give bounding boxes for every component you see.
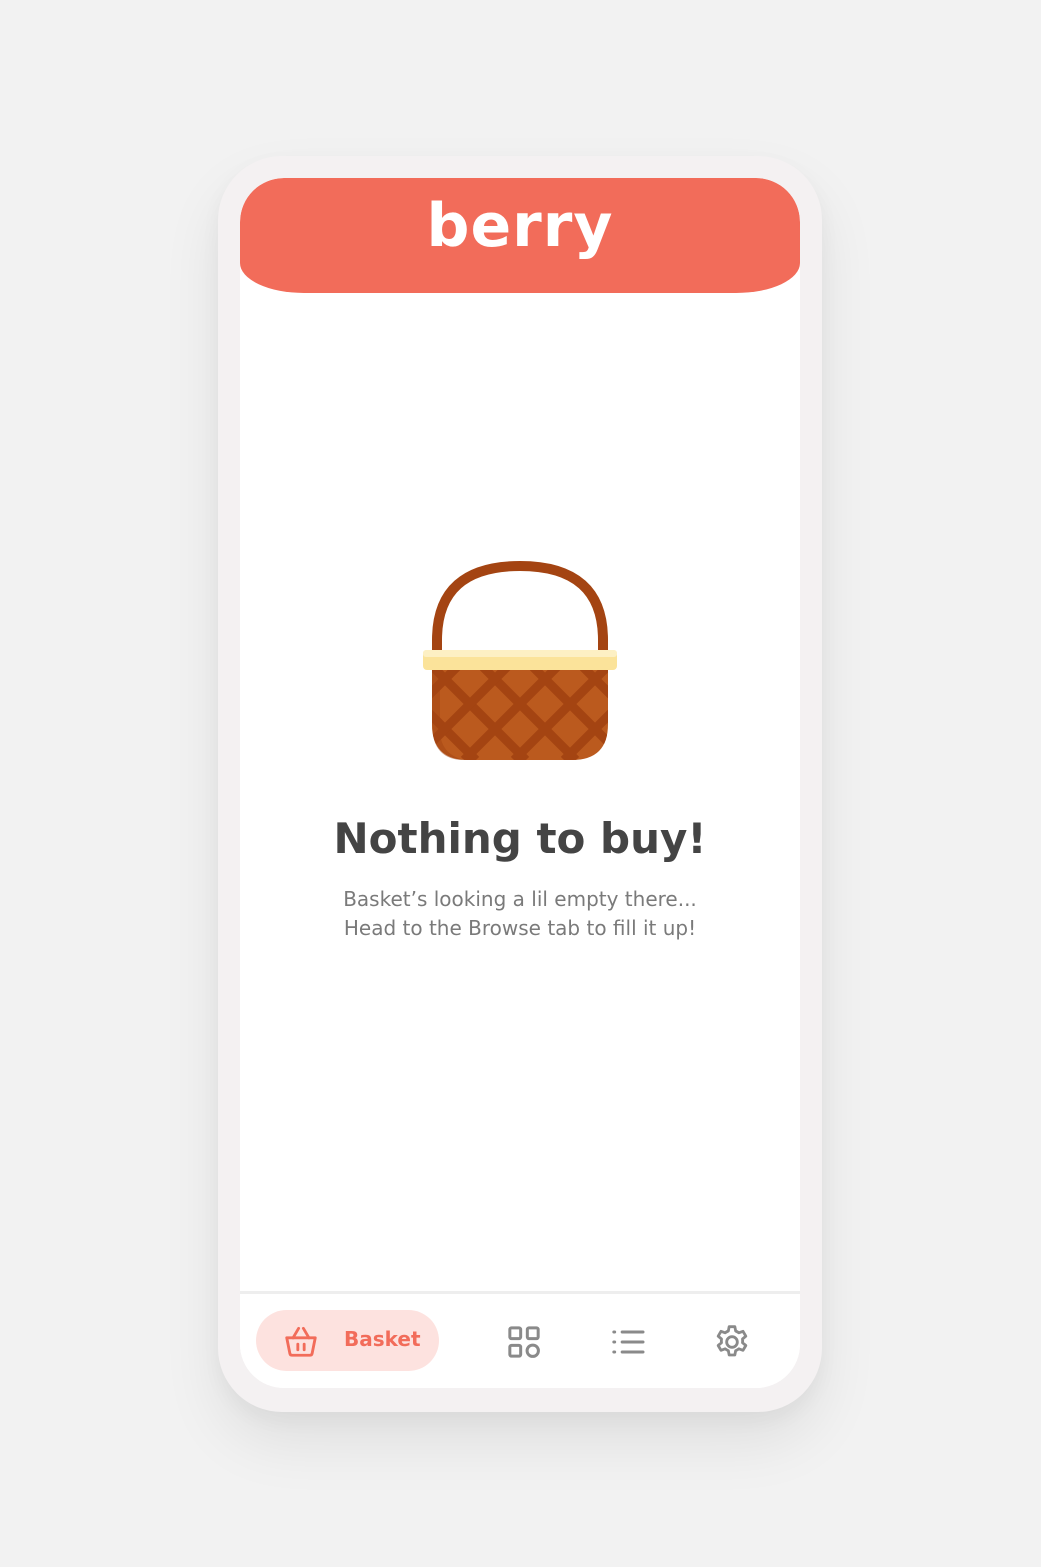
- bottom-nav: Basket: [240, 1291, 800, 1388]
- empty-state-title: Nothing to buy!: [333, 814, 707, 863]
- wicker-basket-illustration: [423, 560, 617, 760]
- tab-basket-label: Basket: [344, 1327, 421, 1351]
- app-logo: berry: [426, 191, 614, 261]
- phone-frame: berry Nothing to buy! Basket’s looking a…: [218, 156, 822, 1412]
- gear-icon: [716, 1325, 748, 1357]
- app-screen: berry Nothing to buy! Basket’s looking a…: [240, 178, 800, 1388]
- grid-icon: [508, 1326, 540, 1358]
- empty-state-line-2: Head to the Browse tab to fill it up!: [343, 916, 697, 940]
- list-icon: [612, 1330, 645, 1354]
- tab-lists[interactable]: [608, 1322, 648, 1362]
- app-header: berry: [240, 178, 800, 293]
- empty-state: Nothing to buy! Basket’s looking a lil e…: [240, 558, 800, 943]
- tab-basket[interactable]: Basket: [256, 1310, 439, 1371]
- tab-settings[interactable]: [712, 1322, 752, 1362]
- empty-state-line-1: Basket’s looking a lil empty there...: [343, 887, 697, 911]
- empty-state-message: Basket’s looking a lil empty there... He…: [240, 885, 800, 943]
- tab-browse[interactable]: [504, 1322, 544, 1362]
- basket-icon: [285, 1326, 317, 1357]
